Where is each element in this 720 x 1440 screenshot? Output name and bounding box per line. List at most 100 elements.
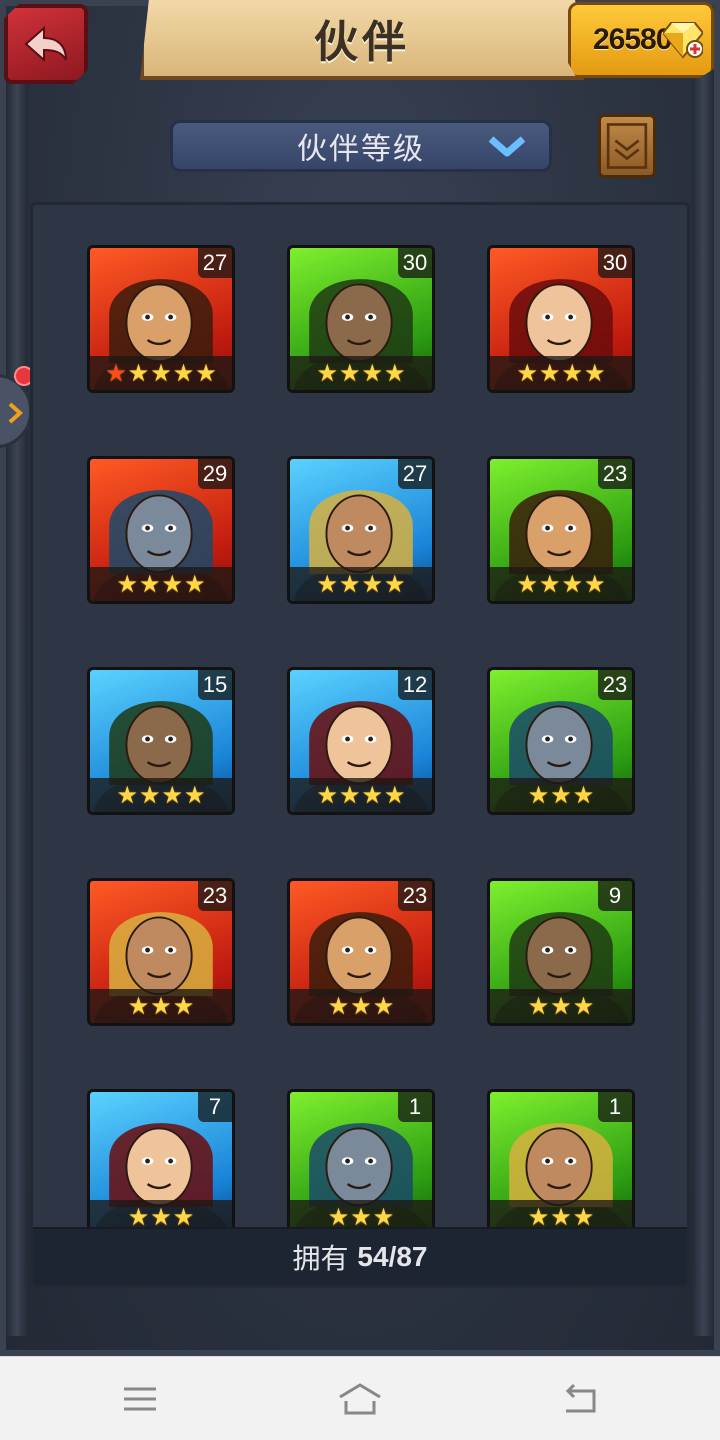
back-arrow-icon (24, 25, 67, 63)
hero-level: 27 (198, 248, 232, 278)
star-icon: ★ (361, 359, 384, 387)
star-icon: ★ (316, 781, 338, 809)
hero-star-rating: ★ ★ ★ ★ (490, 356, 632, 390)
star-icon: ★ (372, 992, 395, 1020)
star-icon: ★ (161, 570, 184, 598)
stone-border-left (6, 66, 28, 1336)
owned-summary-bar: 拥有 54/87 (33, 1227, 687, 1285)
hero-card[interactable]: 15 ★ ★ ★ ★ (87, 667, 235, 815)
hero-star-rating: ★ ★ ★ ★ (290, 778, 432, 812)
book-icon (606, 123, 648, 169)
star-icon: ★ (338, 359, 361, 387)
hero-grid-panel: 27 ★ ★ ★ ★ ★ 30 ★ ★ ★ ★ 30 ★ ★ ★ ★ 29 ★ ★ ★ ★ 27 ★ ★ ★ ★ 23 ★ ★ ★ ★ 15 ★… (30, 202, 690, 1288)
hero-card[interactable]: 30 ★ ★ ★ ★ (487, 245, 635, 393)
star-icon: ★ (527, 992, 550, 1020)
hero-card[interactable]: 23 ★ ★ ★ (487, 667, 635, 815)
menu-icon[interactable] (120, 1379, 160, 1419)
hero-card[interactable]: 27 ★ ★ ★ ★ ★ (87, 245, 235, 393)
star-icon: ★ (127, 1203, 150, 1231)
star-icon: ★ (584, 570, 606, 598)
sort-dropdown[interactable]: 伙伴等级 (170, 120, 552, 172)
star-icon: ★ (327, 992, 350, 1020)
diamond-icon (663, 22, 703, 59)
star-icon: ★ (172, 1203, 195, 1231)
hero-level: 12 (398, 670, 432, 700)
hero-star-rating: ★ ★ ★ (490, 778, 632, 812)
star-icon: ★ (138, 781, 161, 809)
gem-count: 26580 (593, 23, 672, 56)
hero-level: 29 (198, 459, 232, 489)
star-icon: ★ (550, 1203, 572, 1231)
hero-star-rating: ★ ★ ★ ★ (90, 567, 232, 601)
star-icon: ★ (584, 359, 606, 387)
star-icon: ★ (527, 1203, 550, 1231)
star-icon: ★ (195, 359, 217, 387)
hero-star-rating: ★ ★ ★ ★ (290, 567, 432, 601)
hero-card[interactable]: 27 ★ ★ ★ ★ (287, 456, 435, 604)
back-button[interactable] (4, 4, 88, 84)
hero-card[interactable]: 9 ★ ★ ★ (487, 878, 635, 1026)
hero-card[interactable]: 29 ★ ★ ★ ★ (87, 456, 235, 604)
hero-star-rating: ★ ★ ★ (490, 989, 632, 1023)
star-icon: ★ (561, 359, 584, 387)
hero-card[interactable]: 12 ★ ★ ★ ★ (287, 667, 435, 815)
hero-star-rating: ★ ★ ★ ★ ★ (90, 356, 232, 390)
star-icon: ★ (316, 359, 338, 387)
owned-count: 54/87 (357, 1241, 428, 1272)
hero-card[interactable]: 1 ★ ★ ★ (487, 1089, 635, 1237)
star-icon: ★ (150, 359, 172, 387)
gem-counter[interactable]: 26580 (568, 2, 714, 78)
book-button[interactable] (598, 114, 656, 178)
star-icon: ★ (105, 359, 127, 387)
star-icon: ★ (172, 992, 195, 1020)
hero-card[interactable]: 30 ★ ★ ★ ★ (287, 245, 435, 393)
star-icon: ★ (572, 781, 595, 809)
hero-level: 1 (598, 1092, 632, 1122)
hero-star-rating: ★ ★ ★ ★ (290, 356, 432, 390)
home-icon[interactable] (336, 1379, 384, 1419)
star-icon: ★ (338, 781, 361, 809)
star-icon: ★ (572, 1203, 595, 1231)
star-icon: ★ (150, 1203, 172, 1231)
hero-level: 23 (598, 459, 632, 489)
hero-level: 7 (198, 1092, 232, 1122)
star-icon: ★ (116, 781, 138, 809)
star-icon: ★ (384, 359, 406, 387)
hero-card[interactable]: 23 ★ ★ ★ ★ (487, 456, 635, 604)
star-icon: ★ (550, 992, 572, 1020)
star-icon: ★ (116, 570, 138, 598)
hero-level: 9 (598, 881, 632, 911)
star-icon: ★ (516, 359, 538, 387)
back-icon[interactable] (560, 1379, 600, 1419)
chevron-right-icon (8, 402, 23, 424)
hero-level: 23 (198, 881, 232, 911)
hero-level: 30 (398, 248, 432, 278)
star-icon: ★ (572, 992, 595, 1020)
star-icon: ★ (150, 992, 172, 1020)
star-icon: ★ (127, 359, 150, 387)
star-icon: ★ (172, 359, 195, 387)
hero-card[interactable]: 7 ★ ★ ★ (87, 1089, 235, 1237)
title-banner: 伙伴 (140, 0, 584, 80)
star-icon: ★ (316, 570, 338, 598)
sort-label: 伙伴等级 (297, 132, 425, 167)
star-icon: ★ (127, 992, 150, 1020)
owned-label: 拥有 (292, 1242, 349, 1275)
hero-level: 23 (398, 881, 432, 911)
star-icon: ★ (516, 570, 538, 598)
chevron-down-icon (488, 136, 526, 157)
star-icon: ★ (350, 992, 372, 1020)
star-icon: ★ (384, 781, 406, 809)
star-icon: ★ (350, 1203, 372, 1231)
star-icon: ★ (361, 570, 384, 598)
hero-star-rating: ★ ★ ★ (290, 989, 432, 1023)
star-icon: ★ (161, 781, 184, 809)
system-nav-bar (0, 1356, 720, 1440)
hero-card[interactable]: 23 ★ ★ ★ (87, 878, 235, 1026)
star-icon: ★ (538, 359, 561, 387)
star-icon: ★ (527, 781, 550, 809)
page-title: 伙伴 (314, 17, 410, 68)
hero-card[interactable]: 1 ★ ★ ★ (287, 1089, 435, 1237)
star-icon: ★ (561, 570, 584, 598)
hero-card[interactable]: 23 ★ ★ ★ (287, 878, 435, 1026)
